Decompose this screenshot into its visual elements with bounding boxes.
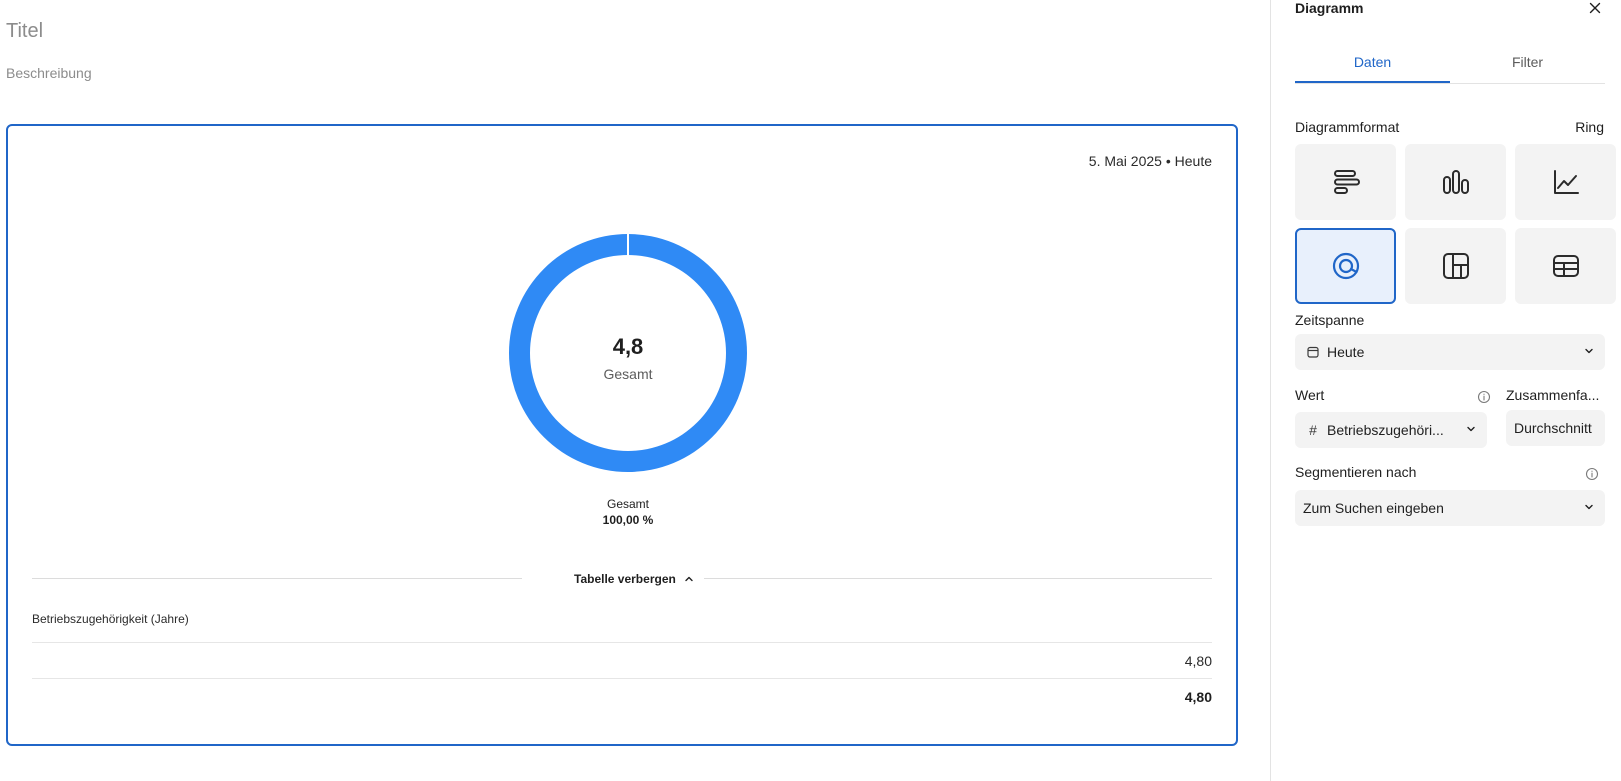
- chevron-up-icon: [685, 576, 693, 582]
- chevron-down-icon: [1585, 504, 1593, 510]
- info-icon[interactable]: [1477, 390, 1491, 404]
- data-table: Betriebszugehörigkeit (Jahre) 4,80 4,80: [32, 612, 1212, 714]
- table-total-row: 4,80: [32, 678, 1212, 714]
- timespan-value: Heute: [1327, 344, 1365, 360]
- hide-table-label: Tabelle verbergen: [574, 572, 676, 586]
- tab-filter[interactable]: Filter: [1450, 44, 1605, 83]
- timespan-label: Zeitspanne: [1295, 312, 1365, 328]
- donut-total-label: Gesamt: [603, 366, 653, 382]
- page-title[interactable]: Titel: [6, 20, 43, 43]
- chart-legend: Gesamt 100,00 %: [538, 496, 718, 528]
- panel-title: Diagramm: [1295, 0, 1364, 16]
- horizontal-bar-chart-icon: [1333, 170, 1360, 194]
- legend-label: Gesamt: [606, 497, 649, 511]
- format-table-button[interactable]: [1515, 228, 1616, 304]
- line-chart-icon: [1553, 170, 1579, 194]
- value-field-select[interactable]: # Betriebszugehöri...: [1295, 412, 1487, 448]
- donut-center: 4,8 Gesamt: [528, 334, 728, 382]
- page-description[interactable]: Beschreibung: [6, 65, 92, 81]
- format-vertical-bar-button[interactable]: [1405, 144, 1506, 220]
- legend-percent: 100,00 %: [602, 513, 654, 527]
- hide-table-button[interactable]: Tabelle verbergen: [564, 569, 704, 589]
- donut-total-value: 4,8: [612, 334, 644, 359]
- format-treemap-button[interactable]: [1405, 228, 1506, 304]
- timespan-select[interactable]: Heute: [1295, 334, 1605, 370]
- treemap-chart-icon: [1442, 253, 1469, 279]
- number-hash-icon: #: [1309, 422, 1317, 438]
- chart-card[interactable]: 5. Mai 2025 • Heute 4,8 Gesamt Gesamt 10…: [6, 124, 1238, 746]
- segment-search-input[interactable]: Zum Suchen eingeben: [1295, 490, 1605, 526]
- divider-left: [32, 578, 522, 579]
- chevron-down-icon: [1585, 348, 1593, 354]
- divider-right: [702, 578, 1212, 579]
- value-label: Wert: [1295, 387, 1325, 403]
- table-row: 4,80: [32, 642, 1212, 678]
- summary-select[interactable]: Durchschnitt: [1506, 410, 1605, 446]
- table-toggle-row: Tabelle verbergen: [32, 569, 1212, 589]
- panel-header: Diagramm: [1295, 0, 1605, 20]
- segment-label: Segmentieren nach: [1295, 464, 1417, 480]
- editor-area: Titel Beschreibung 5. Mai 2025 • Heute 4…: [0, 0, 1270, 781]
- tab-daten[interactable]: Daten: [1295, 44, 1450, 83]
- close-button[interactable]: [1585, 0, 1605, 18]
- value-field-value: Betriebszugehöri...: [1327, 422, 1444, 438]
- panel-tabs: Daten Filter: [1295, 44, 1605, 84]
- table-total-value: 4,80: [1184, 688, 1212, 705]
- chevron-down-icon: [1467, 426, 1475, 432]
- format-label: Diagrammformat: [1295, 119, 1400, 135]
- summary-value: Durchschnitt: [1514, 420, 1592, 436]
- format-value: Ring: [1575, 119, 1604, 135]
- table-column-header: Betriebszugehörigkeit (Jahre): [32, 612, 189, 626]
- calendar-icon: [1305, 346, 1321, 358]
- vertical-bar-chart-icon: [1442, 170, 1469, 194]
- format-line-chart-button[interactable]: [1515, 144, 1616, 220]
- close-icon: [1589, 2, 1601, 14]
- table-icon: [1552, 255, 1579, 277]
- segment-placeholder: Zum Suchen eingeben: [1303, 500, 1444, 516]
- info-icon[interactable]: [1585, 467, 1599, 481]
- format-donut-button[interactable]: [1295, 228, 1396, 304]
- summary-label: Zusammenfa...: [1506, 387, 1600, 403]
- donut-chart-icon: [1332, 252, 1359, 280]
- chart-settings-panel: Diagramm Daten Filter Diagrammformat Rin…: [1270, 0, 1621, 781]
- format-grid: [1295, 144, 1616, 304]
- table-cell-value: 4,80: [1184, 652, 1212, 669]
- format-horizontal-bar-button[interactable]: [1295, 144, 1396, 220]
